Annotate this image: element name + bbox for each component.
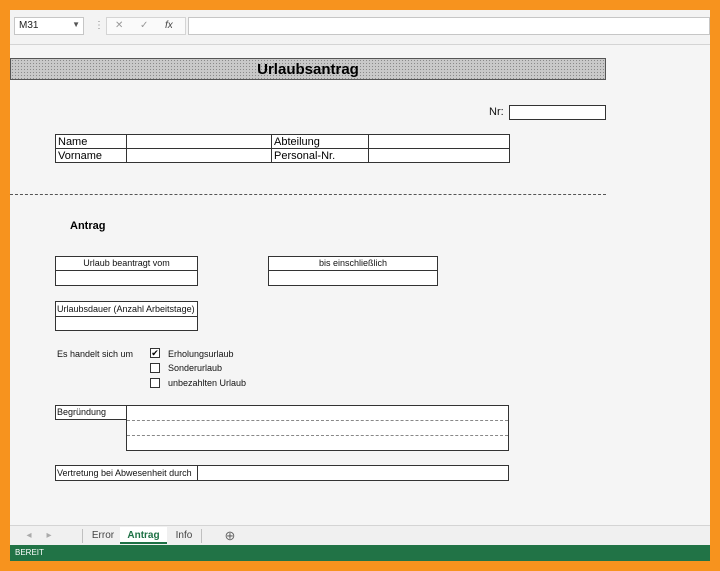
nr-field[interactable] <box>509 105 606 120</box>
cancel-icon[interactable]: ✕ <box>115 20 123 31</box>
spreadsheet-window: M31 ▼ ⋮ ✕ ✓ fx Urlaubsantrag Nr: Name Ab… <box>10 10 710 561</box>
ruled-line <box>127 420 508 421</box>
worksheet[interactable]: Urlaubsantrag Nr: Name Abteilung Vorname… <box>10 45 710 525</box>
abteilung-field[interactable] <box>368 134 510 149</box>
urlaub-vom-label: Urlaub beantragt vom <box>55 256 198 271</box>
tab-antrag[interactable]: Antrag <box>120 527 167 544</box>
checkbox-sonderurlaub[interactable] <box>150 363 160 373</box>
option-label: Erholungsurlaub <box>168 349 234 359</box>
insert-function-icon[interactable]: fx <box>165 20 173 31</box>
name-label: Name <box>55 134 127 149</box>
check-icon: ✔ <box>151 348 159 358</box>
bis-label: bis einschließlich <box>268 256 438 271</box>
chevron-down-icon[interactable]: ▼ <box>72 20 80 29</box>
abteilung-label: Abteilung <box>271 134 369 149</box>
checkbox-unbezahlter-urlaub[interactable] <box>150 378 160 388</box>
scroll-left-icon[interactable]: ◂ <box>24 527 34 544</box>
confirm-icon[interactable]: ✓ <box>140 20 148 31</box>
status-text: BEREIT <box>15 548 44 557</box>
separator-line <box>10 194 606 195</box>
option-label: Sonderurlaub <box>168 363 223 373</box>
begruendung-field[interactable] <box>126 405 509 451</box>
formula-input[interactable] <box>188 17 710 35</box>
formula-bar: M31 ▼ ⋮ ✕ ✓ fx <box>10 10 710 45</box>
section-heading: Antrag <box>70 220 106 232</box>
status-bar: BEREIT <box>10 545 710 561</box>
tab-info[interactable]: Info <box>167 527 201 544</box>
add-sheet-icon[interactable]: ⊕ <box>222 527 238 544</box>
personal-nr-field[interactable] <box>368 148 510 163</box>
sheet-tab-bar: ◂ ▸ Error Antrag Info ⊕ <box>10 525 710 546</box>
nr-label: Nr: <box>489 106 504 118</box>
tab-divider <box>201 529 202 543</box>
bis-field[interactable] <box>268 270 438 286</box>
name-box-value: M31 <box>19 20 39 31</box>
vorname-label: Vorname <box>55 148 127 163</box>
checkbox-erholungsurlaub[interactable]: ✔ <box>150 348 160 358</box>
personal-data-table: Name Abteilung Vorname Personal-Nr. <box>55 134 510 163</box>
name-field[interactable] <box>126 134 272 149</box>
form-title: Urlaubsantrag <box>10 58 606 80</box>
dauer-field[interactable] <box>55 316 198 331</box>
ruled-line <box>127 435 508 436</box>
type-question: Es handelt sich um <box>57 349 134 359</box>
formula-buttons: ✕ ✓ fx <box>106 17 186 35</box>
urlaub-vom-field[interactable] <box>55 270 198 286</box>
begruendung-label: Begründung <box>55 405 127 420</box>
personal-nr-label: Personal-Nr. <box>271 148 369 163</box>
option-label: unbezahlten Urlaub <box>168 378 247 388</box>
name-box[interactable]: M31 ▼ <box>14 17 84 35</box>
vertretung-field[interactable] <box>197 465 509 481</box>
scroll-right-icon[interactable]: ▸ <box>44 527 54 544</box>
drag-handle-icon[interactable]: ⋮ <box>94 20 104 31</box>
vorname-field[interactable] <box>126 148 272 163</box>
tab-error[interactable]: Error <box>83 527 123 544</box>
vertretung-label: Vertretung bei Abwesenheit durch <box>55 465 198 481</box>
dauer-label: Urlaubsdauer (Anzahl Arbeitstage) <box>55 301 198 317</box>
